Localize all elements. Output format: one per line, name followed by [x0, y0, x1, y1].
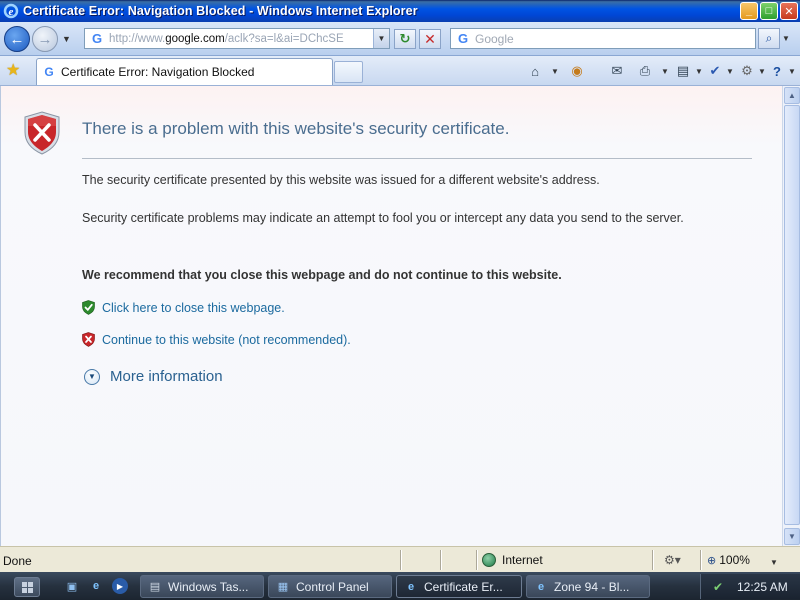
taskbar-item-certificate-error[interactable]: e Certificate Er... — [396, 575, 522, 598]
minimize-button[interactable]: _ — [740, 2, 758, 20]
magnifier-icon: ⌕ — [765, 31, 773, 45]
close-button[interactable]: ✕ — [780, 2, 798, 20]
navigation-bar: ← → ▼ G http://www.google.com/aclk?sa=l&… — [0, 22, 800, 56]
clock[interactable]: 12:25 AM — [737, 580, 788, 594]
recommendation-text: We recommend that you close this webpage… — [82, 268, 562, 282]
page-dropdown-icon[interactable]: ▼ — [695, 67, 703, 76]
scroll-thumb[interactable] — [784, 105, 800, 525]
print-icon[interactable]: ⎙ — [636, 62, 654, 80]
show-desktop-icon[interactable]: ▣ — [64, 578, 80, 594]
maximize-button[interactable]: □ — [760, 2, 778, 20]
stop-button[interactable]: ✕ — [419, 29, 441, 49]
continue-website-row[interactable]: Continue to this website (not recommende… — [82, 332, 351, 347]
paragraph-address-mismatch: The security certificate presented by th… — [82, 173, 600, 187]
tab-label: Certificate Error: Navigation Blocked — [61, 65, 255, 79]
page-menu-icon[interactable]: ▤ — [674, 62, 692, 80]
start-button[interactable] — [14, 577, 40, 597]
home-dropdown-icon[interactable]: ▼ — [551, 67, 559, 76]
ie-icon: e — [3, 3, 19, 19]
zoom-control[interactable]: ⊕ 100% — [707, 553, 750, 567]
continue-website-link[interactable]: Continue to this website (not recommende… — [102, 333, 351, 347]
help-dropdown-icon[interactable]: ▼ — [788, 67, 796, 76]
close-webpage-link[interactable]: Click here to close this webpage. — [102, 301, 285, 315]
google-search-icon: G — [457, 31, 469, 46]
print-dropdown-icon[interactable]: ▼ — [661, 67, 669, 76]
error-shield-icon — [24, 111, 60, 155]
google-favicon-icon: G — [91, 31, 103, 46]
help-icon[interactable]: ? — [768, 62, 786, 80]
media-player-icon[interactable]: ▶ — [112, 578, 128, 594]
refresh-button[interactable]: ↻ — [394, 29, 416, 49]
forward-button[interactable]: → — [32, 26, 58, 52]
search-box[interactable]: G Google — [450, 28, 756, 49]
more-information-row[interactable]: ▼ More information — [84, 368, 223, 385]
paragraph-security-warning: Security certificate problems may indica… — [82, 211, 684, 225]
windows-logo-icon — [21, 581, 33, 593]
window-title: Certificate Error: Navigation Blocked - … — [23, 4, 418, 18]
task-manager-icon: ▤ — [149, 581, 161, 593]
page-content — [0, 86, 782, 546]
title-bar[interactable]: e Certificate Error: Navigation Blocked … — [0, 0, 800, 22]
taskbar-item-control-panel[interactable]: ▦ Control Panel — [268, 575, 392, 598]
home-icon[interactable]: ⌂ — [526, 62, 544, 80]
page-title: There is a problem with this website's s… — [82, 119, 510, 138]
search-placeholder[interactable]: Google — [475, 32, 514, 46]
safety-icon[interactable]: ✔ — [706, 62, 724, 80]
status-separator — [700, 550, 701, 570]
status-separator — [440, 550, 441, 570]
arrow-right-icon: → — [37, 30, 53, 48]
status-separator — [400, 550, 401, 570]
more-information-link[interactable]: More information — [110, 368, 223, 385]
svg-text:e: e — [9, 6, 14, 18]
globe-icon — [482, 553, 496, 567]
tools-dropdown-icon[interactable]: ▼ — [758, 67, 766, 76]
scroll-up-button[interactable]: ▲ — [784, 87, 800, 104]
security-zone[interactable]: Internet — [482, 553, 543, 567]
status-separator — [476, 550, 477, 570]
taskbar: ▣ e ▶ ▤ Windows Tas... ▦ Control Panel e… — [0, 572, 800, 600]
mail-icon[interactable]: ✉ — [608, 62, 626, 80]
google-favicon-icon: G — [44, 65, 54, 79]
feeds-icon[interactable]: ◉ — [568, 62, 586, 80]
system-tray: ✔ 12:25 AM — [700, 574, 800, 599]
tab-bar: ★ G Certificate Error: Navigation Blocke… — [0, 56, 800, 86]
status-bar: Done Internet ⚙▾ ⊕ 100% ▼ — [0, 546, 800, 572]
arrow-left-icon: ← — [9, 30, 25, 48]
close-webpage-row[interactable]: Click here to close this webpage. — [82, 300, 285, 315]
taskbar-item-zone-94[interactable]: e Zone 94 - Bl... — [526, 575, 650, 598]
network-tray-icon[interactable]: ✔ — [711, 580, 725, 594]
search-options-dropdown-icon[interactable]: ▼ — [782, 34, 790, 43]
tools-gear-icon[interactable]: ⚙ — [738, 62, 756, 80]
tab-certificate-error[interactable]: G Certificate Error: Navigation Blocked — [36, 58, 333, 85]
heading-divider — [82, 158, 752, 159]
ie-quicklaunch-icon[interactable]: e — [88, 578, 104, 594]
back-button[interactable]: ← — [4, 26, 30, 52]
taskbar-item-windows-task-manager[interactable]: ▤ Windows Tas... — [140, 575, 264, 598]
control-panel-icon: ▦ — [277, 581, 289, 593]
expand-chevron-icon[interactable]: ▼ — [84, 368, 100, 385]
status-text: Done — [3, 554, 32, 568]
favorites-star-icon[interactable]: ★ — [6, 60, 20, 80]
zoom-magnifier-icon: ⊕ — [707, 554, 717, 567]
address-bar[interactable]: G http://www.google.com/aclk?sa=l&ai=DCh… — [84, 28, 390, 49]
danger-shield-icon — [82, 332, 95, 347]
vertical-scrollbar[interactable]: ▲ ▼ — [782, 86, 800, 546]
recent-pages-dropdown-icon[interactable]: ▼ — [62, 34, 71, 44]
stop-icon: ✕ — [424, 30, 436, 47]
search-button[interactable]: ⌕ — [758, 28, 780, 49]
new-tab-button[interactable] — [334, 61, 363, 83]
ie-icon: e — [537, 580, 545, 593]
safety-dropdown-icon[interactable]: ▼ — [726, 67, 734, 76]
refresh-icon: ↻ — [399, 31, 411, 46]
status-separator — [652, 550, 653, 570]
zoom-dropdown-icon[interactable]: ▼ — [770, 558, 778, 567]
address-url[interactable]: http://www.google.com/aclk?sa=l&ai=DChcS… — [109, 33, 373, 45]
zoom-level: 100% — [719, 553, 750, 567]
address-dropdown-icon[interactable]: ▼ — [373, 29, 389, 48]
protected-mode-icon[interactable]: ⚙▾ — [664, 553, 681, 567]
zone-label: Internet — [502, 553, 543, 567]
scroll-down-button[interactable]: ▼ — [784, 528, 800, 545]
safe-shield-icon — [82, 300, 95, 315]
ie-icon: e — [407, 580, 415, 593]
